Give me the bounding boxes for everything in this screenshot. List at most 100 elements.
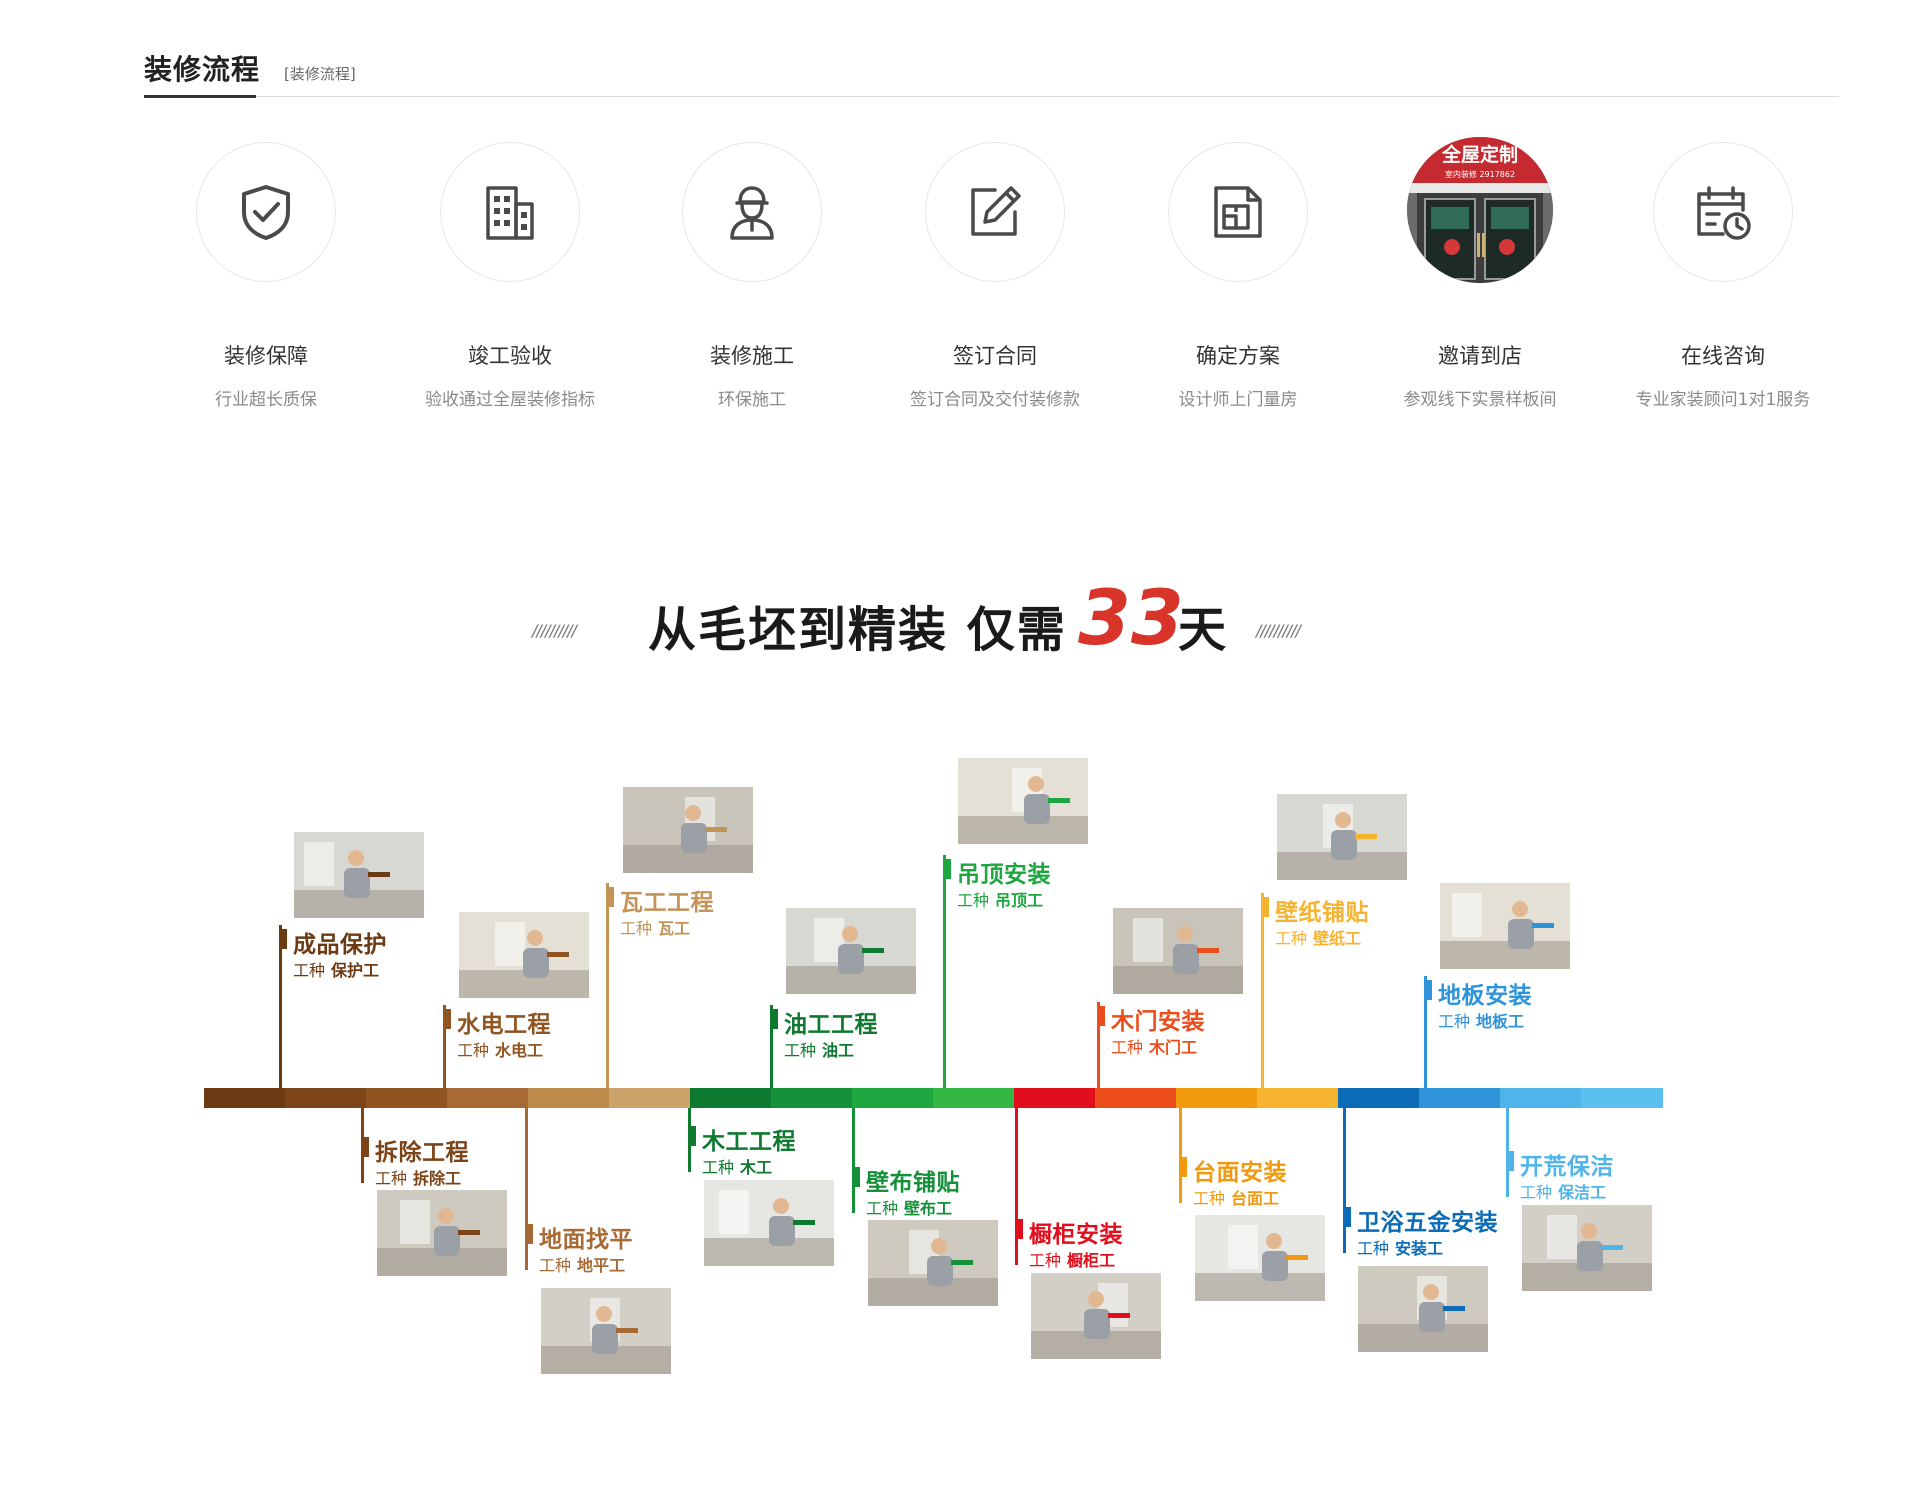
timeline-marker bbox=[1015, 1219, 1023, 1239]
worker-photo bbox=[958, 758, 1088, 844]
worker-photo bbox=[541, 1288, 671, 1374]
worker-type: 吊顶工 bbox=[995, 891, 1044, 910]
timeline-marker bbox=[770, 1009, 778, 1029]
stage-worker: 工种 拆除工 bbox=[375, 1165, 461, 1189]
timeline-bar-segment bbox=[933, 1088, 1015, 1108]
worker-photo-image bbox=[868, 1220, 998, 1306]
worker-photo bbox=[1195, 1215, 1325, 1301]
timeline-stem bbox=[606, 883, 609, 1088]
worker-prefix: 工种 bbox=[1029, 1251, 1062, 1270]
timeline-bar-segment bbox=[1419, 1088, 1501, 1108]
worker-photo-image bbox=[786, 908, 916, 994]
timeline-bar-segment bbox=[204, 1088, 286, 1108]
worker-type: 壁纸工 bbox=[1313, 929, 1362, 948]
stage-worker: 工种 瓦工 bbox=[620, 915, 690, 939]
timeline-stem bbox=[525, 1108, 528, 1270]
stage-worker: 工种 台面工 bbox=[1193, 1185, 1279, 1209]
worker-prefix: 工种 bbox=[375, 1169, 408, 1188]
worker-photo bbox=[623, 787, 753, 873]
stage-worker: 工种 油工 bbox=[784, 1037, 854, 1061]
worker-photo bbox=[1277, 794, 1407, 880]
timeline-stem bbox=[1179, 1108, 1182, 1203]
worker-prefix: 工种 bbox=[1275, 929, 1308, 948]
timeline-stem bbox=[1261, 893, 1264, 1088]
stage-name: 吊顶安装 bbox=[957, 862, 1051, 888]
timeline-marker bbox=[1343, 1207, 1351, 1227]
timeline-bar-segment bbox=[1257, 1088, 1339, 1108]
worker-type: 保护工 bbox=[331, 961, 380, 980]
timeline-bar-segment bbox=[1095, 1088, 1177, 1108]
stage-name: 壁纸铺贴 bbox=[1275, 900, 1369, 926]
stage-name: 壁布铺贴 bbox=[866, 1170, 960, 1196]
timeline-marker bbox=[1097, 1006, 1105, 1026]
worker-type: 地平工 bbox=[577, 1256, 626, 1275]
timeline-marker bbox=[852, 1167, 860, 1187]
worker-prefix: 工种 bbox=[1520, 1183, 1553, 1202]
worker-photo-image bbox=[1440, 883, 1570, 969]
stage-worker: 工种 水电工 bbox=[457, 1037, 543, 1061]
worker-type: 安装工 bbox=[1395, 1239, 1444, 1258]
worker-photo-image bbox=[1358, 1266, 1488, 1352]
timeline-stem bbox=[852, 1108, 855, 1213]
stage-name: 拆除工程 bbox=[375, 1140, 469, 1166]
worker-photo bbox=[1440, 883, 1570, 969]
timeline-marker bbox=[279, 929, 287, 949]
worker-photo bbox=[1358, 1266, 1488, 1352]
timeline-bar-segment bbox=[1500, 1088, 1582, 1108]
worker-photo-image bbox=[1195, 1215, 1325, 1301]
timeline-marker bbox=[525, 1224, 533, 1244]
stage-name: 油工工程 bbox=[784, 1012, 878, 1038]
worker-prefix: 工种 bbox=[957, 891, 990, 910]
stage-worker: 工种 木工 bbox=[702, 1154, 772, 1178]
construction-timeline: 成品保护 工种 保护工 拆除工程 工种 拆除工 水电工程 工种 水电工 地面找平 工种 地平工 瓦工工程… bbox=[0, 0, 1920, 1506]
stage-name: 水电工程 bbox=[457, 1012, 551, 1038]
stage-worker: 工种 保洁工 bbox=[1520, 1179, 1606, 1203]
timeline-bar-segment bbox=[852, 1088, 934, 1108]
timeline-stem bbox=[279, 925, 282, 1088]
worker-photo-image bbox=[1031, 1273, 1161, 1359]
worker-prefix: 工种 bbox=[293, 961, 326, 980]
stage-name: 瓦工工程 bbox=[620, 890, 714, 916]
timeline-marker bbox=[1179, 1157, 1187, 1177]
timeline-marker bbox=[361, 1137, 369, 1157]
worker-photo bbox=[868, 1220, 998, 1306]
worker-prefix: 工种 bbox=[539, 1256, 572, 1275]
worker-type: 瓦工 bbox=[658, 919, 691, 938]
timeline-bar-segment bbox=[1338, 1088, 1420, 1108]
timeline-bar-segment bbox=[609, 1088, 691, 1108]
stage-name: 木工工程 bbox=[702, 1129, 796, 1155]
stage-worker: 工种 地板工 bbox=[1438, 1008, 1524, 1032]
worker-type: 拆除工 bbox=[413, 1169, 462, 1188]
worker-photo bbox=[294, 832, 424, 918]
worker-prefix: 工种 bbox=[457, 1041, 490, 1060]
worker-photo bbox=[1522, 1205, 1652, 1291]
timeline-stem bbox=[1015, 1108, 1018, 1265]
worker-photo bbox=[459, 912, 589, 998]
stage-worker: 工种 壁布工 bbox=[866, 1195, 952, 1219]
stage-worker: 工种 木门工 bbox=[1111, 1034, 1197, 1058]
timeline-marker bbox=[1424, 980, 1432, 1000]
stage-worker: 工种 地平工 bbox=[539, 1252, 625, 1276]
worker-photo-image bbox=[377, 1190, 507, 1276]
timeline-bar-segment bbox=[447, 1088, 529, 1108]
stage-name: 地板安装 bbox=[1438, 983, 1532, 1009]
worker-photo-image bbox=[459, 912, 589, 998]
timeline-marker bbox=[443, 1009, 451, 1029]
worker-photo-image bbox=[294, 832, 424, 918]
stage-name: 台面安装 bbox=[1193, 1160, 1287, 1186]
stage-name: 地面找平 bbox=[539, 1227, 633, 1253]
worker-photo bbox=[786, 908, 916, 994]
worker-type: 壁布工 bbox=[904, 1199, 953, 1218]
worker-prefix: 工种 bbox=[1357, 1239, 1390, 1258]
worker-prefix: 工种 bbox=[866, 1199, 899, 1218]
worker-type: 木工 bbox=[740, 1158, 773, 1177]
worker-photo bbox=[377, 1190, 507, 1276]
stage-name: 橱柜安装 bbox=[1029, 1222, 1123, 1248]
timeline-bar-segment bbox=[285, 1088, 367, 1108]
stage-name: 成品保护 bbox=[293, 932, 387, 958]
timeline-bar-segment bbox=[690, 1088, 772, 1108]
stage-name: 开荒保洁 bbox=[1520, 1154, 1614, 1180]
worker-photo bbox=[704, 1180, 834, 1266]
worker-type: 保洁工 bbox=[1558, 1183, 1607, 1202]
stage-worker: 工种 保护工 bbox=[293, 957, 379, 981]
